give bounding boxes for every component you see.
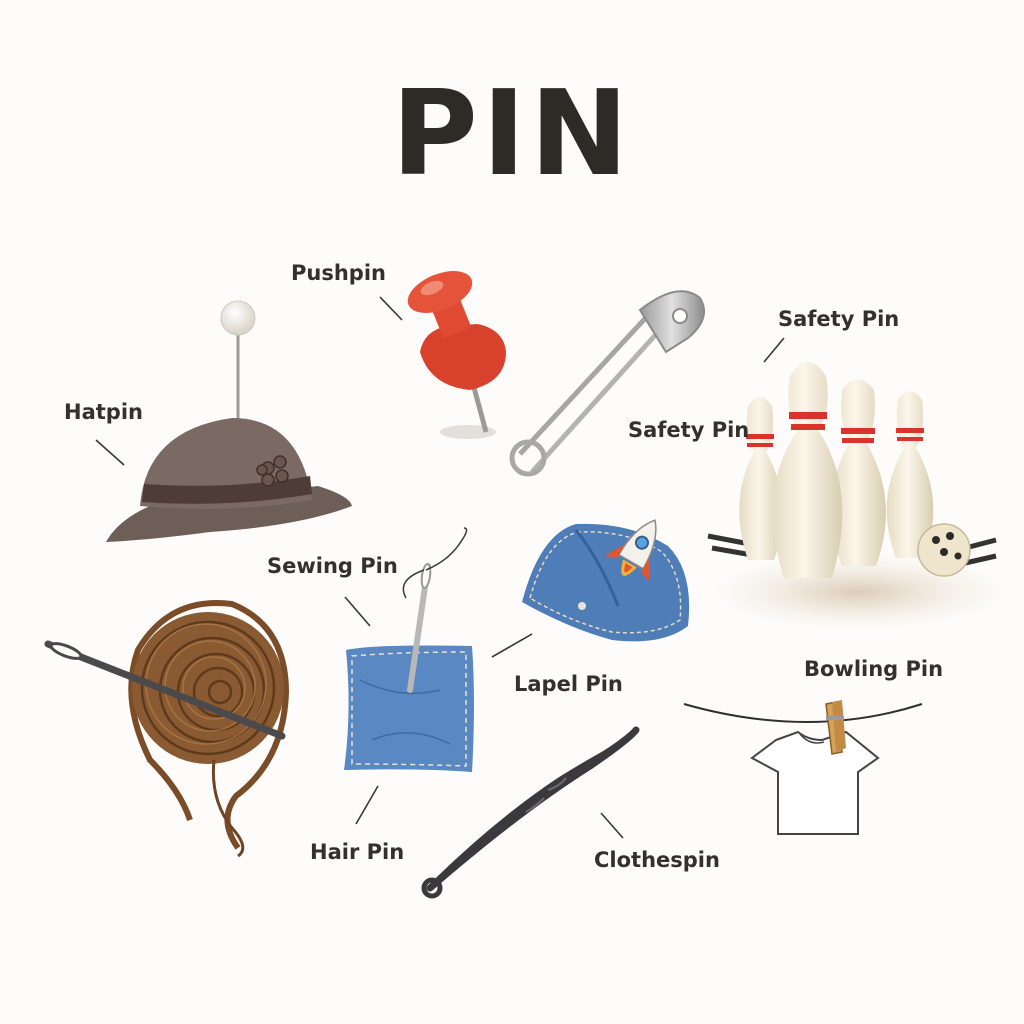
label-safety-pin-top: Safety Pin — [778, 307, 900, 331]
illustrations — [44, 271, 1008, 899]
pushpin-icon — [407, 271, 506, 439]
pin-diagram: PIN Pushpin Safety Pin Safety Pin Hatpin… — [0, 0, 1024, 1024]
label-pushpin: Pushpin — [291, 261, 386, 285]
label-sewing-pin: Sewing Pin — [267, 554, 398, 578]
bowling-pins-icon — [707, 362, 1008, 630]
label-hair-pin: Hair Pin — [310, 840, 405, 864]
safety-pin-icon — [509, 290, 705, 477]
lapel-pin-icon — [522, 519, 690, 642]
label-bowling-pin: Bowling Pin — [804, 657, 944, 681]
label-safety-pin: Safety Pin — [628, 418, 750, 442]
label-clothespin: Clothespin — [594, 848, 720, 872]
label-hatpin: Hatpin — [64, 400, 143, 424]
label-lapel-pin: Lapel Pin — [514, 672, 623, 696]
hair-bun-icon — [44, 600, 290, 858]
clothespin-icon — [683, 700, 923, 835]
